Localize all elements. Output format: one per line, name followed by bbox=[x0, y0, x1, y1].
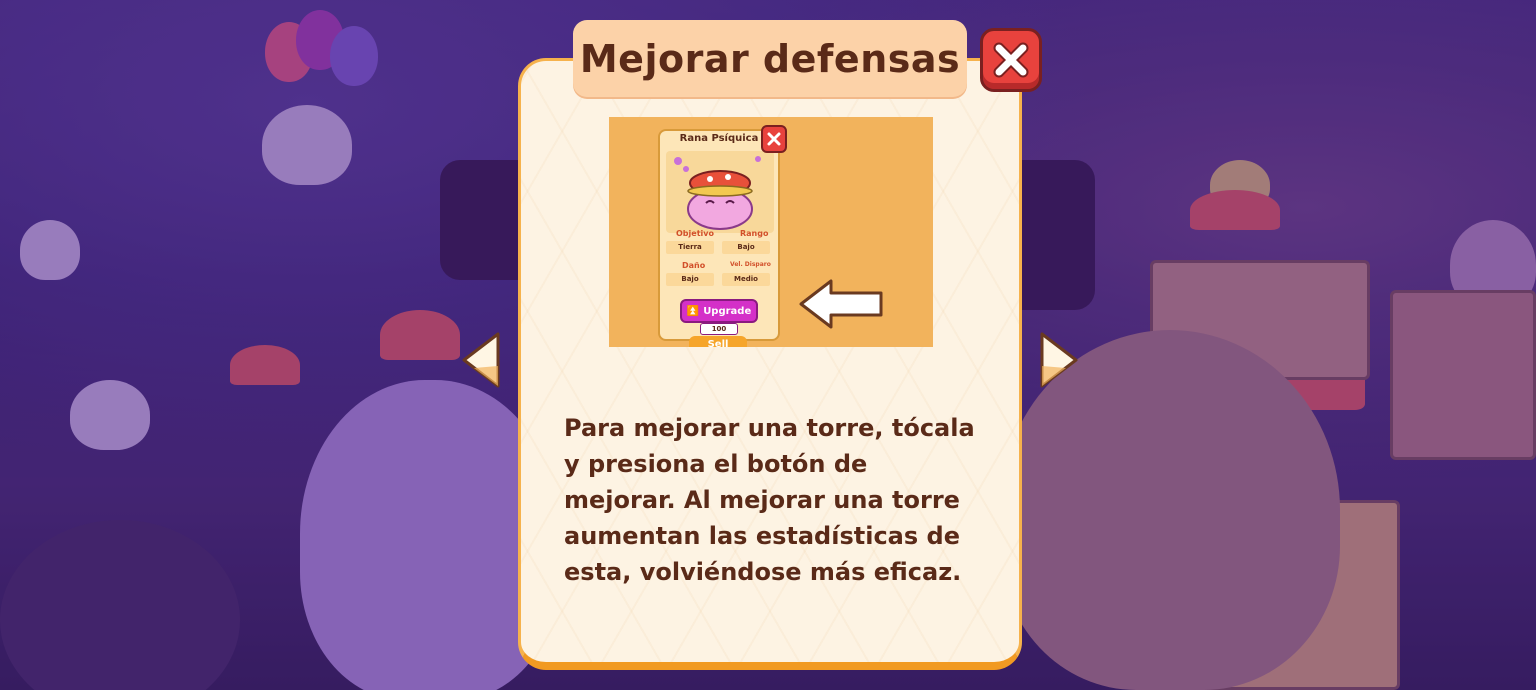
tutorial-image: Rana Psíquica Objetivo Rango Tierra Bajo… bbox=[609, 117, 933, 347]
stat-label: Vel. Disparo bbox=[730, 261, 771, 268]
pointer-arrow-icon bbox=[799, 279, 883, 329]
stat-label: Objetivo bbox=[676, 229, 714, 238]
sell-button[interactable]: Sell bbox=[689, 336, 747, 347]
upgrade-cost: 100 bbox=[700, 323, 738, 335]
tutorial-description: Para mejorar una torre, tócala y presion… bbox=[564, 414, 975, 586]
upgrade-icon: ⏫ bbox=[686, 305, 700, 317]
close-icon bbox=[993, 42, 1029, 78]
stat-value: Tierra bbox=[666, 241, 714, 254]
chevron-left-icon[interactable] bbox=[458, 330, 502, 390]
stat-label: Rango bbox=[740, 229, 769, 238]
stat-label: Daño bbox=[682, 261, 706, 270]
close-button[interactable] bbox=[980, 28, 1042, 92]
stat-value: Bajo bbox=[666, 273, 714, 286]
card-close-button[interactable] bbox=[761, 125, 787, 153]
upgrade-button[interactable]: ⏫ Upgrade bbox=[680, 299, 758, 323]
dialog-title: Mejorar defensas bbox=[579, 36, 961, 81]
stat-value: Medio bbox=[722, 273, 770, 286]
close-icon bbox=[767, 132, 781, 146]
tower-info-card: Rana Psíquica Objetivo Rango Tierra Bajo… bbox=[658, 129, 780, 341]
psychic-frog-icon bbox=[674, 156, 761, 230]
dialog-title-tab: Mejorar defensas bbox=[573, 20, 967, 97]
upgrade-label: Upgrade bbox=[703, 305, 752, 317]
frog-portrait bbox=[666, 151, 774, 233]
stat-value: Bajo bbox=[722, 241, 770, 254]
chevron-right-icon[interactable] bbox=[1038, 330, 1082, 390]
